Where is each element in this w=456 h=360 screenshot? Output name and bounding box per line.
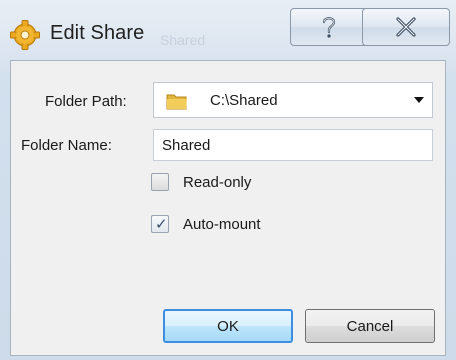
close-icon: [396, 17, 416, 37]
cancel-button[interactable]: Cancel: [305, 309, 435, 343]
close-button[interactable]: [362, 8, 450, 46]
read-only-checkbox[interactable]: [151, 173, 169, 191]
read-only-label: Read-only: [183, 173, 252, 191]
help-icon: [322, 17, 336, 38]
content-panel: Folder Path: C:\Shared Folder Name: Read…: [10, 60, 446, 356]
checkmark-icon: ✓: [155, 215, 168, 233]
gear-icon: [10, 20, 40, 50]
dialog-title: Edit Share: [50, 22, 145, 44]
background-text: Shared: [160, 32, 206, 48]
auto-mount-checkbox[interactable]: ✓: [151, 215, 169, 233]
auto-mount-option[interactable]: ✓ Auto-mount: [151, 215, 261, 233]
help-button[interactable]: [290, 8, 368, 46]
folder-name-field[interactable]: [153, 129, 433, 161]
folder-icon: [166, 94, 187, 110]
folder-path-label: Folder Path:: [45, 93, 127, 110]
edit-share-dialog: Edit Share Shared Folder Path: C:\Shared: [0, 0, 456, 360]
folder-path-combo[interactable]: C:\Shared: [153, 82, 433, 118]
read-only-option[interactable]: Read-only: [151, 173, 251, 191]
folder-path-value: C:\Shared: [210, 92, 278, 109]
folder-name-label: Folder Name:: [21, 137, 112, 154]
ok-button[interactable]: OK: [163, 309, 293, 343]
chevron-down-icon[interactable]: [414, 97, 424, 103]
auto-mount-label: Auto-mount: [183, 215, 261, 233]
